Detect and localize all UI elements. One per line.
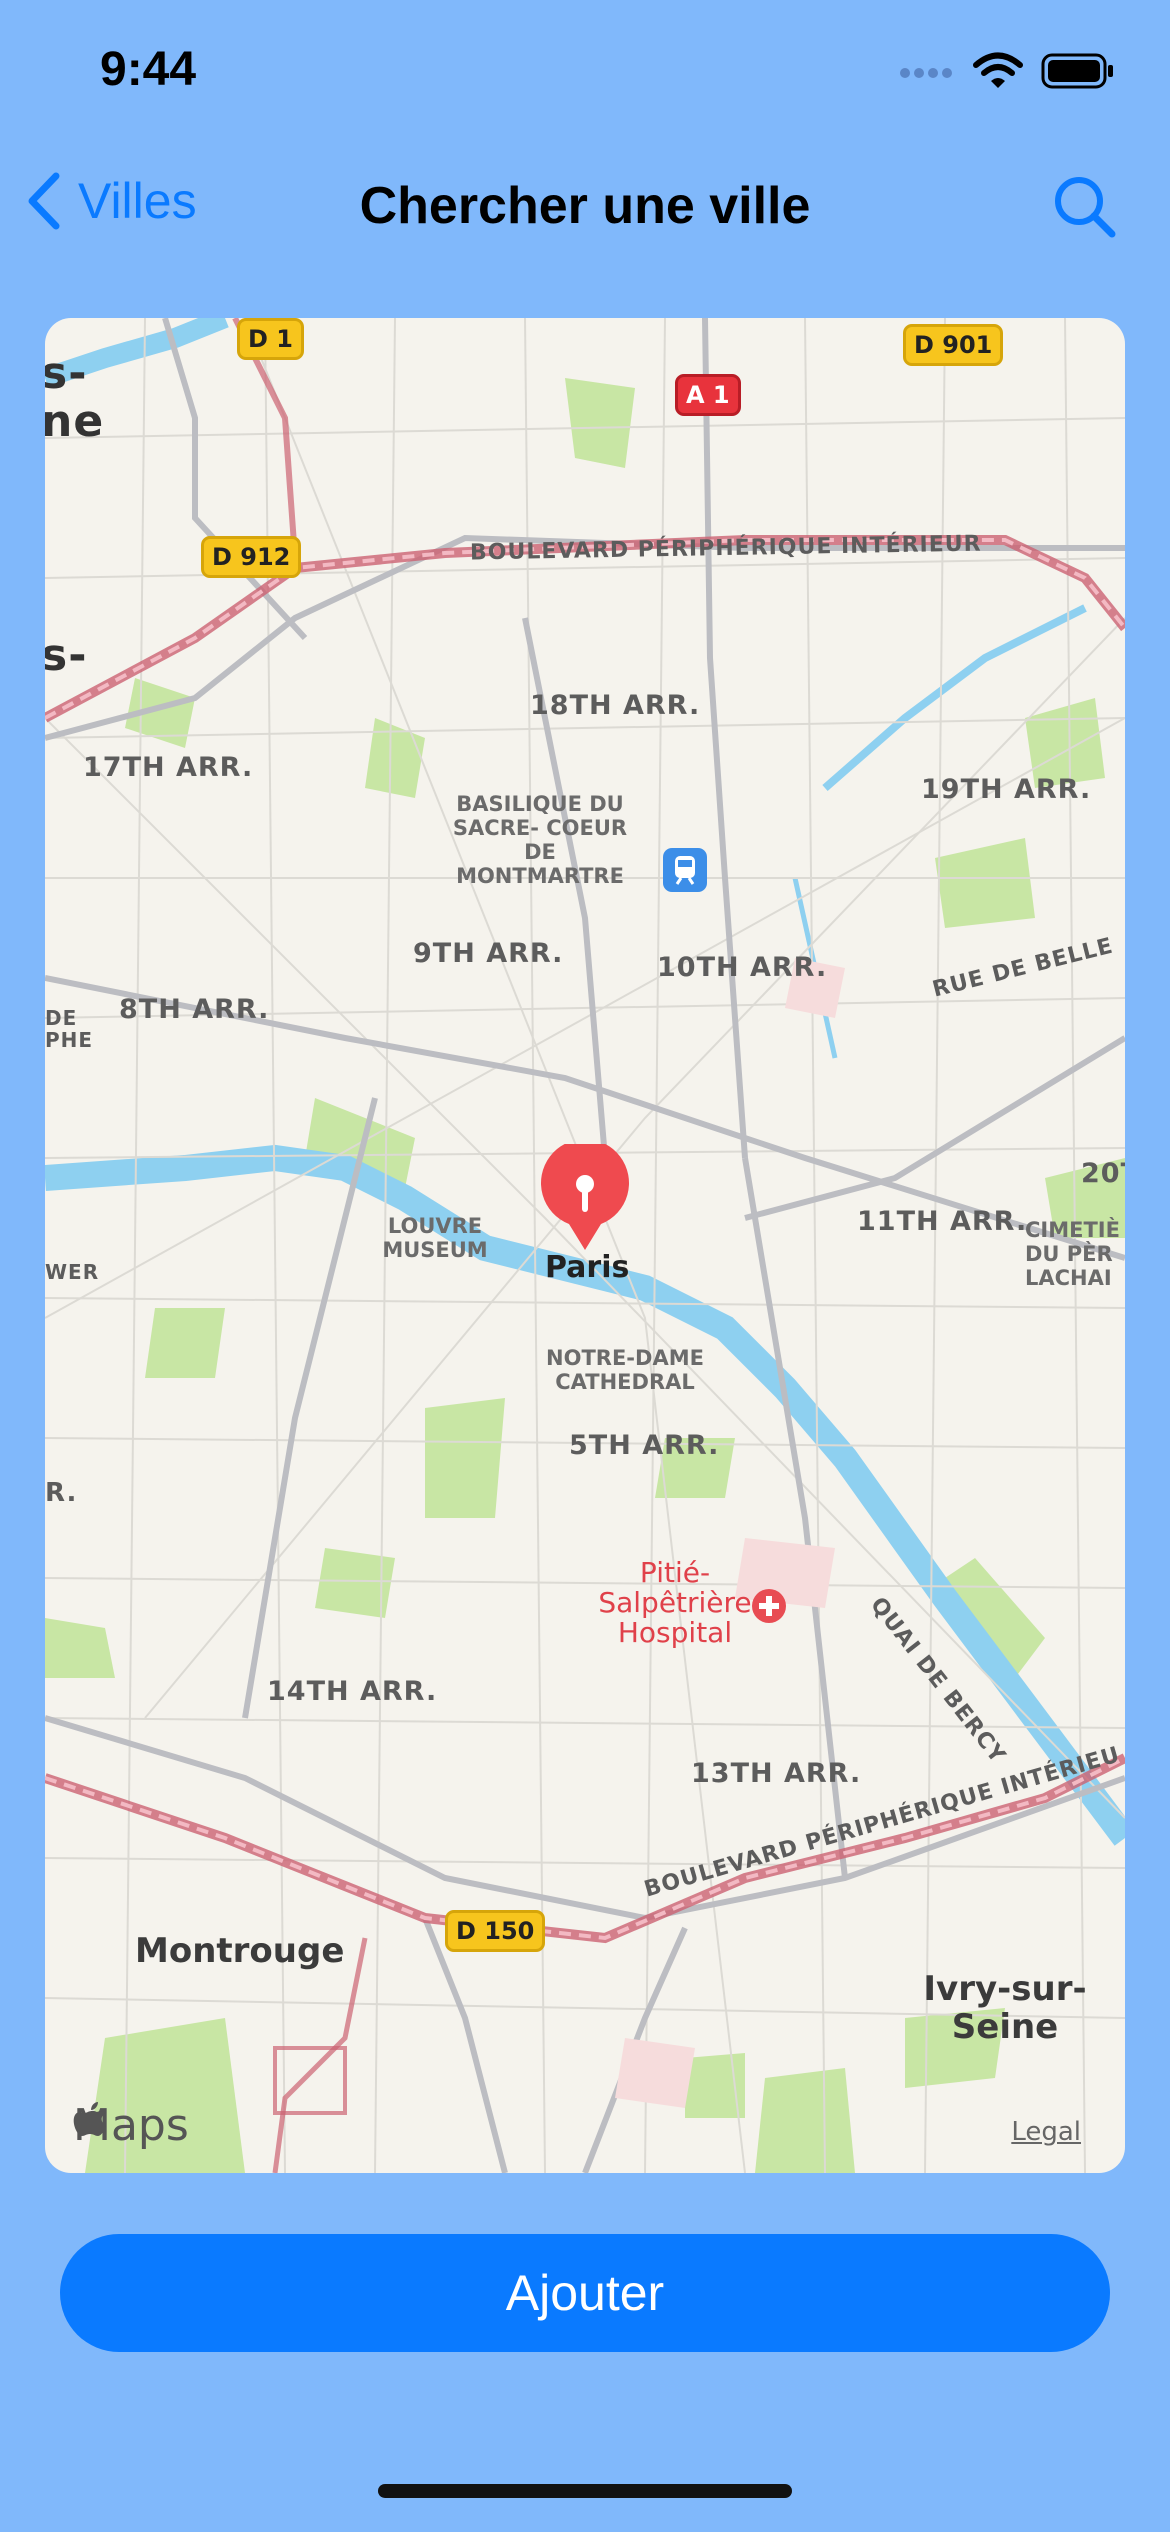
landmark-sacre-coeur: BASILIQUE DU SACRE- COEUR DE MONTMARTRE bbox=[452, 792, 628, 888]
road-shield-d150: D 150 bbox=[445, 1910, 546, 1952]
map-edge-label: s- bbox=[45, 630, 88, 681]
district-label: 8TH ARR. bbox=[119, 994, 270, 1025]
district-label: 17TH ARR. bbox=[83, 752, 254, 783]
landmark-notre-dame: NOTRE-DAME CATHEDRAL bbox=[546, 1346, 704, 1394]
district-label: 11TH ARR. bbox=[857, 1206, 1028, 1237]
hospital-cross-icon bbox=[752, 1589, 786, 1623]
district-label: 18TH ARR. bbox=[530, 690, 701, 721]
district-label: 9TH ARR. bbox=[413, 938, 564, 969]
map-edge-label: DE bbox=[45, 1006, 78, 1030]
legal-link[interactable]: Legal bbox=[1011, 2117, 1081, 2147]
district-label: 5TH ARR. bbox=[569, 1430, 720, 1461]
battery-icon bbox=[1041, 53, 1113, 89]
city-label-ivry: Ivry-sur- Seine bbox=[923, 1969, 1087, 2047]
map-view[interactable]: s- ne s- DE PHE WER R. D 1 A 1 D 901 D 9… bbox=[45, 318, 1125, 2173]
road-shield-d901: D 901 bbox=[903, 324, 1004, 366]
map-edge-label: ne bbox=[45, 396, 105, 447]
road-shield-d1: D 1 bbox=[237, 318, 304, 360]
maps-logo: Maps bbox=[73, 2100, 189, 2151]
district-label: 14TH ARR. bbox=[267, 1676, 438, 1707]
navigation-bar: Villes Chercher une ville bbox=[0, 170, 1170, 242]
map-edge-label: WER bbox=[45, 1260, 100, 1284]
search-icon[interactable] bbox=[1052, 174, 1118, 240]
pin-label: Paris bbox=[545, 1250, 630, 1285]
landmark-pere-lachaise: CIMETIÈ DU PÈR LACHAI bbox=[1025, 1218, 1120, 1290]
train-station-icon[interactable] bbox=[663, 848, 707, 892]
status-time: 9:44 bbox=[100, 43, 197, 96]
district-label: 19TH ARR. bbox=[921, 774, 1092, 805]
add-button[interactable]: Ajouter bbox=[60, 2234, 1110, 2352]
location-pin-icon[interactable] bbox=[539, 1144, 631, 1252]
map-edge-label: PHE bbox=[45, 1028, 94, 1052]
road-shield-a1: A 1 bbox=[675, 374, 741, 416]
apple-logo-icon bbox=[73, 2102, 106, 2136]
district-label: 10TH ARR. bbox=[657, 952, 828, 983]
city-label-montrouge: Montrouge bbox=[135, 1931, 345, 1971]
map-edge-label: s- bbox=[45, 348, 88, 399]
landmark-louvre: LOUVRE MUSEUM bbox=[382, 1214, 488, 1262]
status-icons bbox=[899, 52, 1115, 90]
hospital-label: Pitié- Salpêtrière Hospital bbox=[598, 1556, 752, 1649]
home-indicator bbox=[378, 2484, 792, 2498]
district-label: 13TH ARR. bbox=[691, 1758, 862, 1789]
road-shield-d912: D 912 bbox=[201, 536, 302, 578]
cellular-signal-icon bbox=[900, 68, 952, 78]
district-label: 20T bbox=[1081, 1158, 1125, 1189]
page-title: Chercher une ville bbox=[359, 177, 811, 235]
wifi-icon bbox=[973, 52, 1023, 88]
map-edge-label: R. bbox=[45, 1478, 78, 1508]
